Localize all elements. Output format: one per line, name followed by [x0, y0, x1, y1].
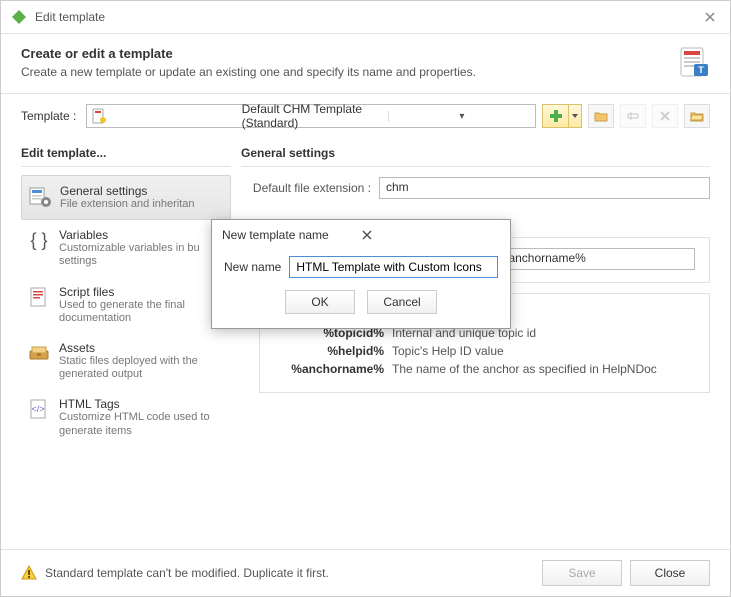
delete-button [652, 104, 678, 128]
settings-icon [28, 184, 52, 208]
rename-button [620, 104, 646, 128]
sidebar-item-label: HTML Tags [59, 397, 225, 411]
template-selected-text: Default CHM Template (Standard) [242, 102, 388, 130]
new-template-name-dialog: New template name New name OK Cancel [211, 219, 511, 329]
template-file-icon [91, 108, 237, 124]
sidebar-item-variables[interactable]: { } Variables Customizable variables in … [21, 220, 231, 276]
add-template-button[interactable] [542, 104, 568, 128]
sidebar-item-label: Variables [59, 228, 225, 242]
dialog-title: New template name [222, 228, 361, 242]
sidebar-item-script-files[interactable]: Script files Used to generate the final … [21, 277, 231, 333]
header-heading: Create or edit a template [21, 46, 710, 61]
sidebar-item-desc: File extension and inheritan [60, 198, 195, 211]
new-name-label: New name [224, 260, 281, 274]
warning-text: Standard template can't be modified. Dup… [45, 566, 534, 580]
main-area: Edit template... General settings File e… [1, 138, 730, 549]
content-heading: General settings [241, 146, 710, 167]
sidebar-item-desc: Customizable variables in bu settings [59, 242, 225, 268]
sidebar: Edit template... General settings File e… [21, 146, 231, 539]
window-close-button[interactable] [700, 7, 720, 27]
dialog-close-button[interactable] [361, 229, 500, 241]
sidebar-item-desc: Static files deployed with the generated… [59, 355, 225, 381]
new-name-input[interactable] [289, 256, 498, 278]
app-icon [11, 9, 27, 25]
row-default-extension: Default file extension : chm [241, 177, 710, 199]
subst-row: %anchorname% The name of the anchor as s… [274, 362, 695, 376]
template-selector-row: Template : Default CHM Template (Standar… [1, 94, 730, 138]
subst-key: %helpid% [274, 344, 384, 358]
subst-value: Topic's Help ID value [392, 344, 504, 358]
default-extension-input[interactable]: chm [379, 177, 710, 199]
script-icon [27, 285, 51, 309]
template-dropdown[interactable]: Default CHM Template (Standard) ▾ [86, 104, 536, 128]
html-tags-icon: </> [27, 397, 51, 421]
template-label: Template : [21, 109, 76, 123]
edit-template-window: Edit template Create or edit a template … [0, 0, 731, 597]
braces-icon: { } [27, 228, 51, 252]
ok-button[interactable]: OK [285, 290, 355, 314]
sidebar-item-label: Assets [59, 341, 225, 355]
cancel-button[interactable]: Cancel [367, 290, 437, 314]
content-panel: General settings Default file extension … [241, 146, 710, 539]
chevron-down-icon: ▾ [388, 111, 535, 122]
subst-key: %anchorname% [274, 362, 384, 376]
sidebar-heading: Edit template... [21, 146, 231, 167]
sidebar-item-assets[interactable]: Assets Static files deployed with the ge… [21, 333, 231, 389]
sidebar-item-desc: Used to generate the final documentation [59, 299, 225, 325]
sidebar-item-label: General settings [60, 184, 195, 198]
open-folder-button[interactable] [588, 104, 614, 128]
svg-text:{ }: { } [30, 230, 47, 250]
browse-folder-button[interactable] [684, 104, 710, 128]
sidebar-item-html-tags[interactable]: </> HTML Tags Customize HTML code used t… [21, 389, 231, 445]
warning-icon [21, 565, 37, 581]
footer: Standard template can't be modified. Dup… [1, 549, 730, 596]
sidebar-item-desc: Customize HTML code used to generate ite… [59, 411, 225, 437]
titlebar: Edit template [1, 1, 730, 34]
header: Create or edit a template Create a new t… [1, 34, 730, 94]
dialog-name-row: New name [224, 256, 498, 278]
svg-text:T: T [698, 65, 704, 75]
window-title: Edit template [35, 10, 700, 24]
add-template-dropdown[interactable] [568, 104, 582, 128]
svg-text:</>: </> [31, 404, 44, 414]
subst-value: The name of the anchor as specified in H… [392, 362, 657, 376]
header-subheading: Create a new template or update an exist… [21, 65, 710, 79]
template-large-icon: T [678, 46, 710, 78]
assets-icon [27, 341, 51, 365]
dialog-titlebar: New template name [212, 220, 510, 250]
default-extension-label: Default file extension : [241, 181, 371, 195]
subst-row: %helpid% Topic's Help ID value [274, 344, 695, 358]
close-button[interactable]: Close [630, 560, 710, 586]
sidebar-item-label: Script files [59, 285, 225, 299]
sidebar-item-general-settings[interactable]: General settings File extension and inhe… [21, 175, 231, 220]
add-template-split-button[interactable] [542, 104, 582, 128]
save-button: Save [542, 560, 622, 586]
